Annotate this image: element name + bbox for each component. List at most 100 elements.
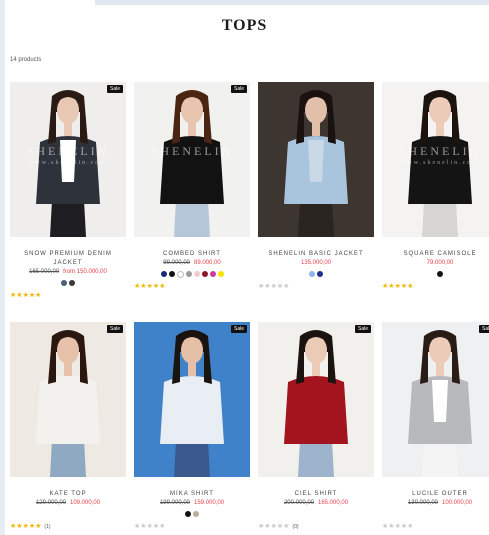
original-price: 99.000,00 [163, 260, 190, 266]
color-swatch[interactable] [201, 271, 208, 277]
watermark-url: www.shenelin.com [401, 160, 479, 166]
color-swatches [258, 511, 374, 519]
color-swatches [258, 271, 374, 279]
color-swatches [134, 511, 250, 519]
rating-stars: ★★★★★ [258, 283, 374, 291]
watermark-brand: SHENELIN [398, 144, 482, 158]
product-image[interactable]: SHENELIN www.shenelin.com Sale [10, 82, 126, 237]
sale-badge: Sale [106, 85, 123, 93]
product-count: 14 products [10, 57, 42, 63]
product-card[interactable]: Sale MIKA SHIRT 199.000,00 159.000,00 ★★★★★ [134, 322, 250, 531]
sale-badge: Sale [478, 325, 489, 333]
product-name-line: SQUARE CAMISOLE [403, 251, 477, 257]
product-card[interactable]: Sale CIEL SHIRT 200.000,00 165.000,00 ★★★★★(… [258, 322, 374, 531]
color-swatch[interactable] [185, 271, 192, 277]
product-name-line: CIEL SHIRT [294, 491, 338, 497]
product-name[interactable]: SHENELIN BASIC JACKET [258, 250, 374, 259]
watermark-brand: SHENELIN [26, 144, 110, 158]
original-price: 130.000,00 [407, 500, 438, 506]
product-price: 130.000,00 100.000,00 [382, 499, 489, 508]
color-swatch[interactable] [168, 271, 175, 277]
star-icon: ★ [283, 523, 290, 530]
sale-badge: Sale [230, 325, 247, 333]
product-image[interactable]: Sale [382, 322, 489, 477]
color-swatch[interactable] [317, 271, 323, 277]
left-edge-strip [0, 0, 5, 535]
color-swatch[interactable] [69, 280, 75, 286]
product-card[interactable]: SHENELIN www.shenelin.com Sale SNOW PREMIUM… [10, 82, 126, 300]
product-name-line: LUCILE OUTER [412, 491, 468, 497]
product-price: 165.000,00 from 150.000,00 [10, 268, 126, 277]
current-price: 165.000,00 [318, 500, 349, 506]
product-name[interactable]: MIKA SHIRT [134, 490, 250, 499]
sale-badge: Sale [230, 85, 247, 93]
color-swatches [382, 511, 489, 519]
product-name-line: SHENELIN BASIC JACKET [268, 251, 364, 257]
star-icon: ★ [35, 523, 42, 530]
color-swatch[interactable] [217, 271, 224, 277]
color-swatch[interactable] [176, 271, 184, 278]
rating-stars: ★★★★★ [134, 283, 250, 291]
original-price: 199.000,00 [159, 500, 190, 506]
current-price: 109.000,00 [70, 500, 101, 506]
current-price: 89.000,00 [194, 260, 221, 266]
sale-badge: Sale [106, 325, 123, 333]
color-swatch[interactable] [160, 271, 167, 277]
product-name-line: JACKET [53, 260, 83, 266]
product-name[interactable]: COMBED SHIRT [134, 250, 250, 259]
rating-stars: ★★★★★ [382, 283, 489, 291]
product-price: 99.000,00 89.000,00 [134, 259, 250, 268]
product-name[interactable]: SQUARE CAMISOLE [382, 250, 489, 259]
current-price: 79.000,00 [426, 260, 454, 266]
product-price: 200.000,00 165.000,00 [258, 499, 374, 508]
color-swatch[interactable] [193, 511, 199, 517]
star-icon: ★ [159, 523, 166, 530]
product-card[interactable]: Sale KATE TOP 129.000,00 109.000,00 ★★★★★ (1) [10, 322, 126, 531]
rating-stars: ★★★★★ (0) [258, 523, 374, 531]
product-name[interactable]: KATE TOP [10, 490, 126, 499]
color-swatches [134, 271, 250, 279]
product-card[interactable]: Sale LUCILE OUTER 130.000,00 100.000,00 ★★★★… [382, 322, 489, 531]
product-image[interactable]: SHENELIN www.shenelin.com [382, 82, 489, 237]
original-price: 129.000,00 [35, 500, 66, 506]
product-name[interactable]: SNOW PREMIUM DENIM JACKET [10, 250, 126, 268]
rating-stars: ★★★★★ [382, 523, 489, 531]
product-image[interactable]: Sale [134, 322, 250, 477]
product-image[interactable] [258, 82, 374, 237]
color-swatch[interactable] [209, 271, 216, 277]
star-icon: ★ [159, 283, 166, 290]
product-image[interactable]: Sale [258, 322, 374, 477]
product-name-line: KATE TOP [49, 491, 87, 497]
review-count: (0) [292, 524, 299, 530]
product-card[interactable]: SHENELIN www.shenelin.com SQUARE CAMISOLE 7… [382, 82, 489, 291]
rating-stars: ★★★★★ [10, 292, 126, 300]
product-card[interactable]: SHENELIN BASIC JACKET 135.000,00 ★★★★★ [258, 82, 374, 291]
color-swatches [10, 280, 126, 288]
color-swatch[interactable] [193, 271, 200, 277]
product-image[interactable]: SHENELIN Sale [134, 82, 250, 237]
product-price: 129.000,00 109.000,00 [10, 499, 126, 508]
product-name-line: MIKA SHIRT [170, 491, 214, 497]
page-title: TOPS [221, 17, 268, 34]
color-swatch[interactable] [61, 280, 67, 286]
color-swatches [382, 271, 489, 279]
product-name[interactable]: LUCILE OUTER [382, 490, 489, 499]
product-price: 79.000,00 [382, 259, 489, 268]
product-name-line: COMBED SHIRT [163, 251, 221, 257]
star-icon: ★ [407, 283, 414, 290]
product-name[interactable]: CIEL SHIRT [258, 490, 374, 499]
product-image[interactable]: Sale [10, 322, 126, 477]
watermark-url: www.shenelin.com [29, 160, 107, 166]
color-swatch[interactable] [185, 511, 191, 517]
sale-badge: Sale [354, 325, 371, 333]
watermark-brand: SHENELIN [150, 144, 234, 158]
color-swatch[interactable] [309, 271, 315, 277]
original-price: 165.000,00 [29, 269, 60, 275]
color-swatch[interactable] [437, 271, 443, 277]
star-icon: ★ [283, 283, 290, 290]
product-card[interactable]: SHENELIN Sale COMBED SHIRT 99.000,00 89.000,… [134, 82, 250, 291]
color-swatches [10, 511, 126, 519]
original-price: 200.000,00 [283, 500, 314, 506]
review-count: (1) [44, 524, 51, 530]
star-icon: ★ [407, 523, 414, 530]
